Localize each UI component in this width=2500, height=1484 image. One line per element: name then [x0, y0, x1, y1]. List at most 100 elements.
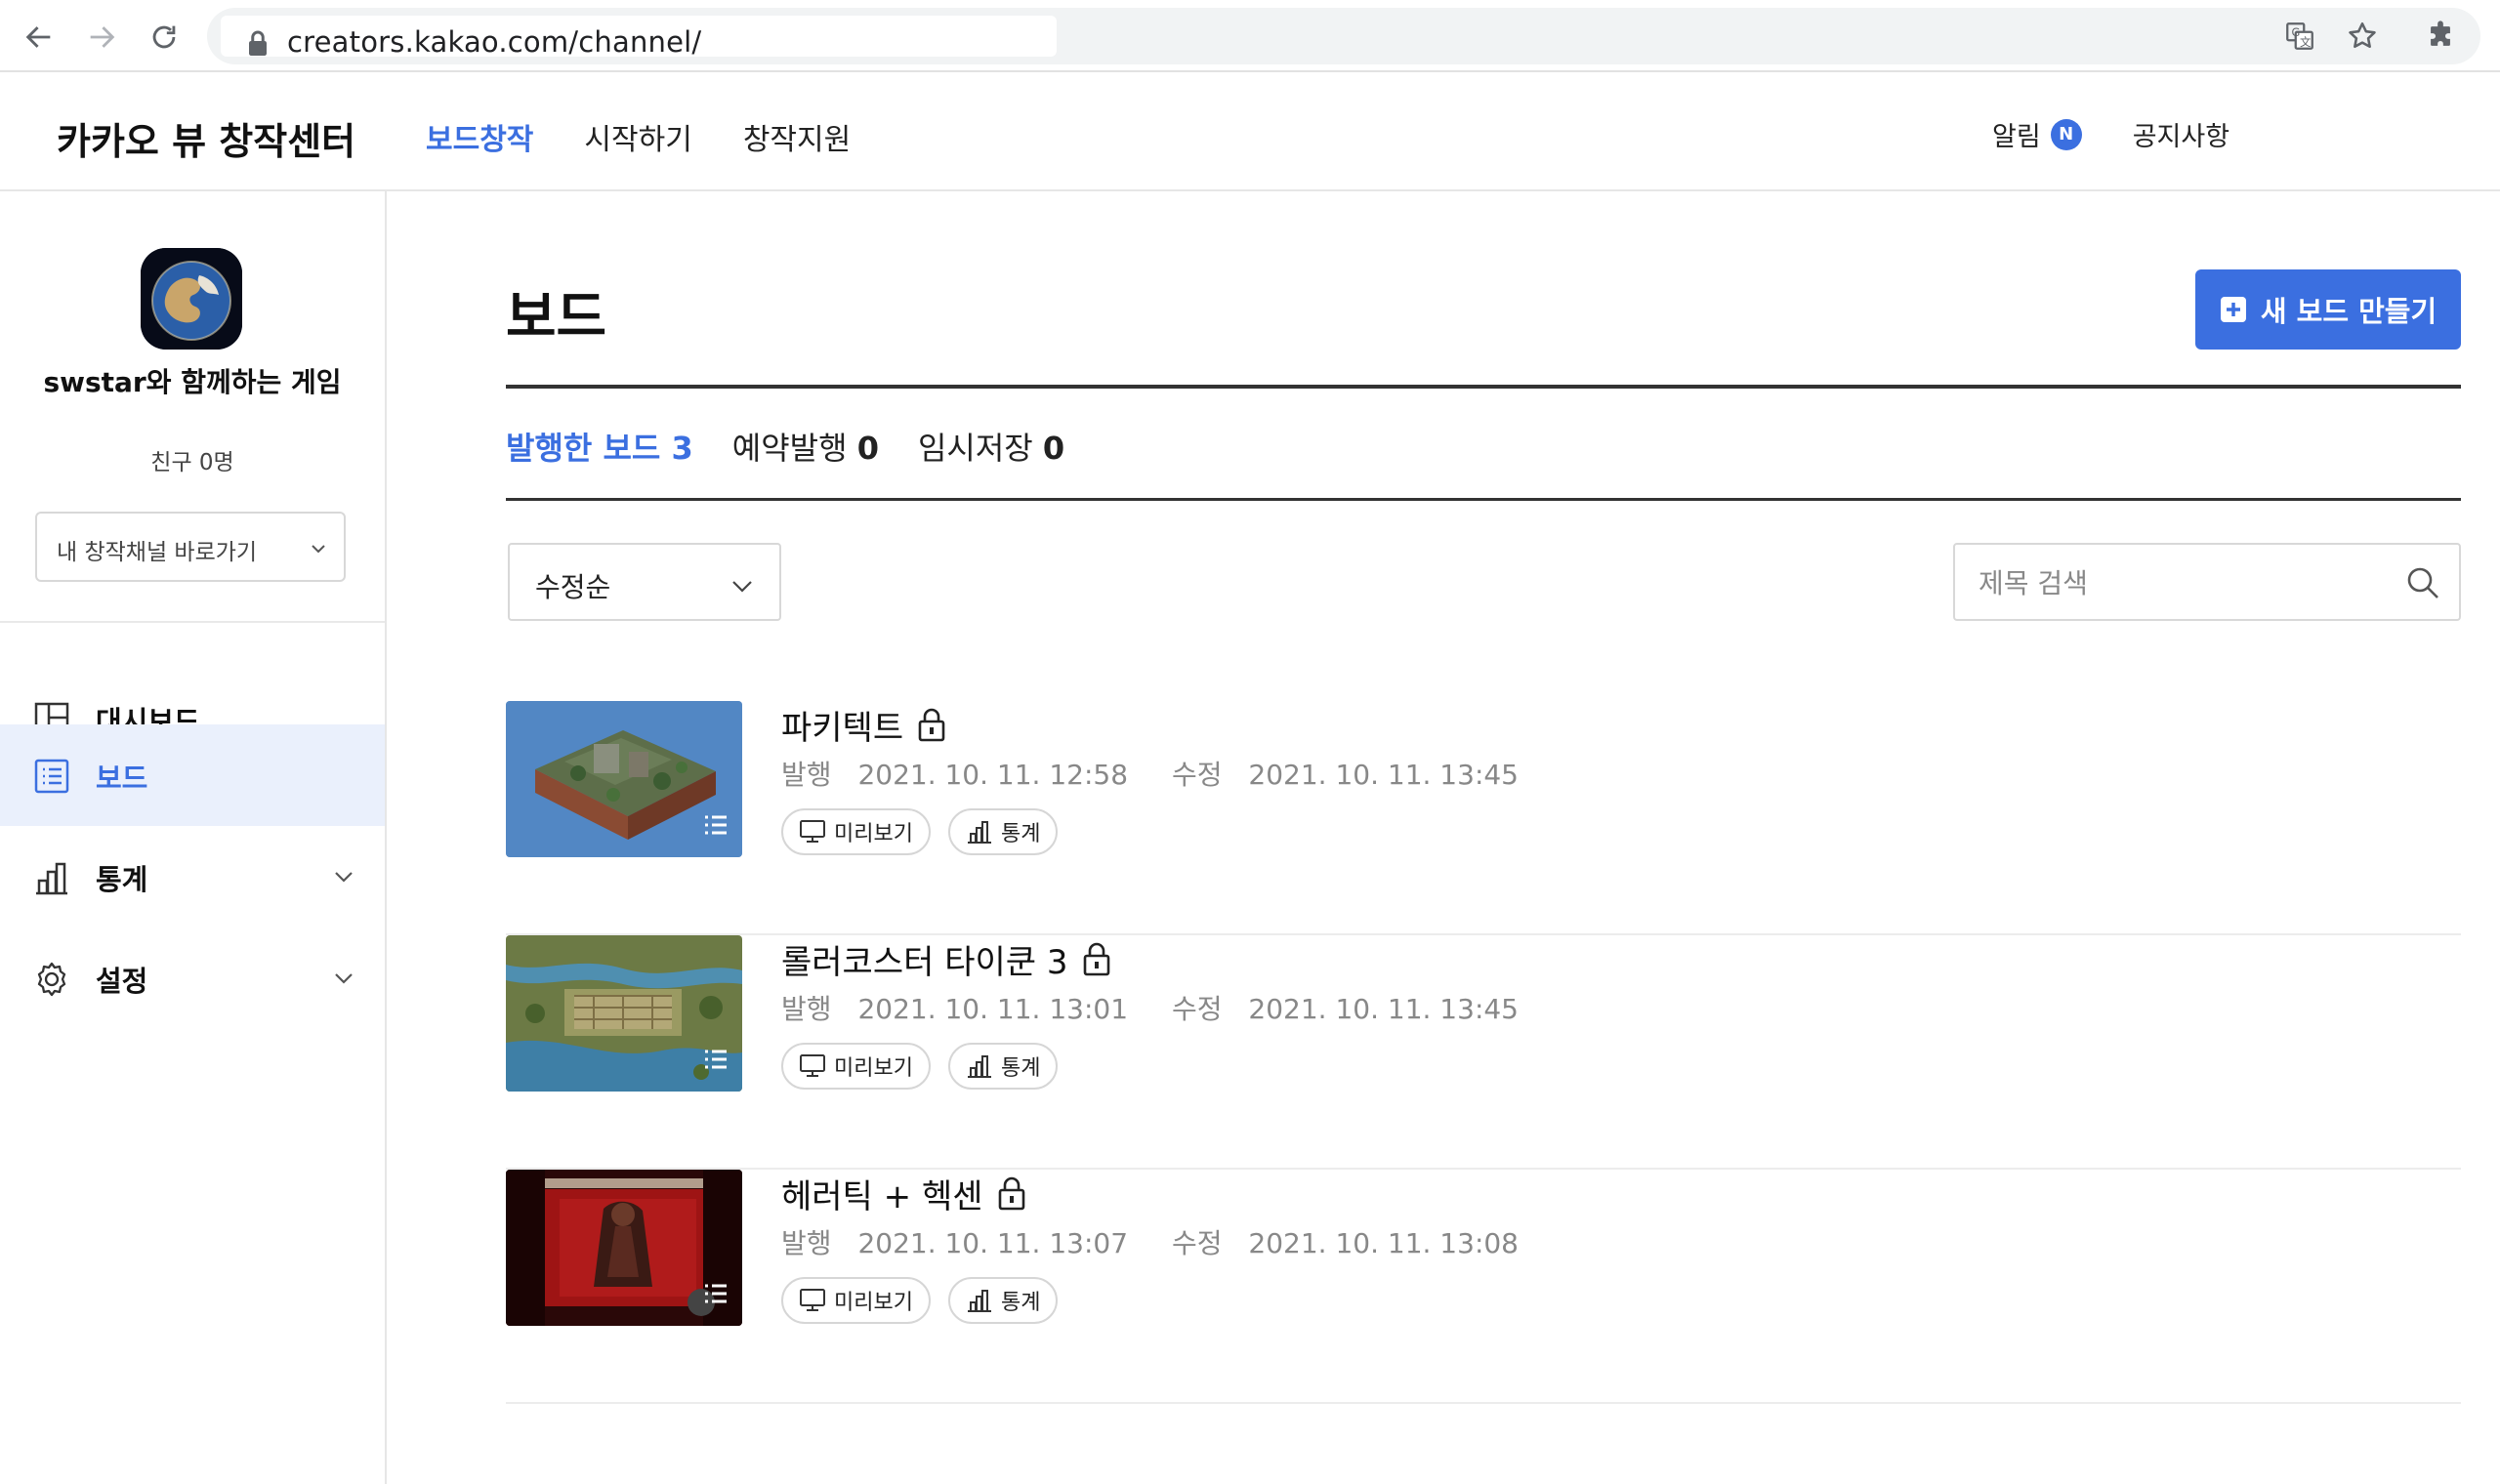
tab-drafts[interactable]: 임시저장 0	[918, 424, 1064, 469]
board-title[interactable]: 헤러틱 + 헥센	[781, 1170, 983, 1217]
extensions-icon[interactable]	[2420, 16, 2461, 57]
lock-icon	[918, 708, 945, 741]
search-icon[interactable]	[2404, 564, 2441, 601]
nav-creation-support[interactable]: 창작지원	[743, 115, 851, 158]
gear-icon	[37, 962, 66, 997]
browser-toolbar: creators.kakao.com/channel/ G文	[0, 0, 2500, 72]
header-utility: 알림 N 공지사항	[1992, 115, 2229, 153]
modified-value: 2021. 10. 11. 13:08	[1248, 1227, 1519, 1259]
channel-avatar	[141, 248, 242, 350]
plus-icon	[2220, 297, 2246, 322]
channel-select-label: 내 창작채널 바로가기	[57, 540, 258, 565]
tab-count: 3	[671, 430, 693, 467]
chart-icon	[967, 1290, 991, 1312]
lock-icon	[249, 30, 267, 56]
channel-shortcut-select[interactable]: 내 창작채널 바로가기	[35, 512, 346, 582]
tab-count: 0	[856, 430, 879, 467]
tabs-divider	[506, 498, 2461, 501]
new-board-button[interactable]: 새 보드 만들기	[2195, 269, 2461, 350]
board-title[interactable]: 롤러코스터 타이쿤 3	[781, 935, 1068, 983]
preview-button[interactable]: 미리보기	[781, 808, 931, 855]
sort-label: 수정순	[535, 571, 611, 603]
back-icon[interactable]	[20, 18, 59, 57]
notice-link[interactable]: 공지사항	[2133, 115, 2229, 153]
stats-button[interactable]: 통계	[947, 1043, 1059, 1090]
page-title: 보드	[506, 286, 607, 350]
sidebar-divider	[0, 621, 385, 623]
sidebar-item-board[interactable]: 보드	[0, 724, 385, 826]
list-overlay-icon	[705, 1050, 727, 1069]
nav-getting-started[interactable]: 시작하기	[584, 115, 691, 158]
modified-date: 수정 2021. 10. 11. 13:45	[1172, 759, 1536, 791]
address-bar[interactable]: creators.kakao.com/channel/	[207, 8, 2480, 64]
alarm-link[interactable]: 알림 N	[1992, 115, 2082, 153]
preview-label: 미리보기	[834, 1291, 913, 1315]
monitor-icon	[800, 1289, 825, 1311]
main-nav: 보드창작 시작하기 창작지원	[426, 115, 851, 158]
list-overlay-icon	[705, 1284, 727, 1303]
preview-button[interactable]: 미리보기	[781, 1277, 931, 1324]
board-thumbnail[interactable]	[506, 1170, 742, 1326]
stats-label: 통계	[1000, 822, 1041, 846]
new-board-label: 새 보드 만들기	[2260, 295, 2438, 328]
chart-icon	[36, 862, 67, 895]
board-tabs: 발행한 보드 3 예약발행 0 임시저장 0	[506, 424, 1064, 469]
forward-icon[interactable]	[82, 18, 121, 57]
sidebar: swstar와 함께하는 게임 친구 0명 내 창작채널 바로가기 대시보드 보…	[0, 191, 387, 1484]
chevron-down-icon	[335, 872, 353, 883]
tab-label: 예약발행	[731, 430, 848, 467]
published-label: 발행	[781, 993, 832, 1025]
new-badge: N	[2050, 118, 2082, 150]
stats-button[interactable]: 통계	[947, 1277, 1059, 1324]
chevron-down-icon	[312, 545, 325, 554]
svg-text:G: G	[2292, 25, 2301, 39]
stats-button[interactable]: 통계	[947, 808, 1059, 855]
board-title-row: 롤러코스터 타이쿤 3	[781, 935, 1111, 983]
chevron-down-icon	[335, 973, 353, 984]
board-actions: 미리보기 통계	[781, 1277, 1059, 1324]
monitor-icon	[800, 820, 825, 843]
board-thumbnail[interactable]	[506, 935, 742, 1092]
published-date: 발행 2021. 10. 11. 13:01	[781, 993, 1146, 1025]
friends-count: 친구 0명	[0, 443, 385, 476]
translate-icon[interactable]: G文	[2279, 16, 2320, 57]
published-value: 2021. 10. 11. 12:58	[857, 759, 1129, 791]
reload-icon[interactable]	[145, 18, 184, 57]
board-item: 헤러틱 + 헥센 발행 2021. 10. 11. 13:07 수정 2021.…	[506, 1170, 2461, 1404]
search-input[interactable]	[1979, 562, 2389, 603]
modified-value: 2021. 10. 11. 13:45	[1248, 759, 1519, 791]
board-dates: 발행 2021. 10. 11. 13:01 수정 2021. 10. 11. …	[781, 988, 1554, 1027]
board-dates: 발행 2021. 10. 11. 12:58 수정 2021. 10. 11. …	[781, 754, 1554, 793]
sort-select[interactable]: 수정순	[508, 543, 781, 621]
preview-button[interactable]: 미리보기	[781, 1043, 931, 1090]
chart-icon	[967, 821, 991, 844]
site-header: 카카오 뷰 창작센터 보드창작 시작하기 창작지원 알림 N 공지사항	[0, 72, 2500, 191]
star-icon[interactable]	[2342, 16, 2383, 57]
title-divider	[506, 385, 2461, 389]
tab-scheduled[interactable]: 예약발행 0	[732, 424, 879, 469]
sidebar-item-label: 설정	[96, 965, 148, 998]
modified-value: 2021. 10. 11. 13:45	[1248, 993, 1519, 1025]
list-overlay-icon	[705, 815, 727, 835]
tab-published[interactable]: 발행한 보드 3	[506, 424, 693, 469]
sidebar-item-stats[interactable]: 통계	[0, 826, 385, 928]
modified-label: 수정	[1171, 759, 1223, 791]
published-label: 발행	[781, 759, 832, 791]
board-actions: 미리보기 통계	[781, 808, 1059, 855]
sidebar-item-label: 보드	[96, 762, 148, 795]
published-value: 2021. 10. 11. 13:01	[857, 993, 1129, 1025]
url-field[interactable]: creators.kakao.com/channel/	[221, 16, 1057, 59]
stats-label: 통계	[1000, 1056, 1041, 1081]
published-date: 발행 2021. 10. 11. 13:07	[781, 1227, 1146, 1259]
board-title[interactable]: 파키텍트	[781, 701, 903, 749]
board-item: 롤러코스터 타이쿤 3 발행 2021. 10. 11. 13:01 수정 20…	[506, 935, 2461, 1170]
sidebar-item-settings[interactable]: 설정	[0, 928, 385, 1029]
nav-board-creation[interactable]: 보드창작	[426, 115, 533, 158]
board-item: 파키텍트 발행 2021. 10. 11. 12:58 수정 2021. 10.…	[506, 701, 2461, 935]
lock-icon	[1083, 942, 1109, 975]
site-logo[interactable]: 카카오 뷰 창작센터	[57, 111, 355, 165]
board-thumbnail[interactable]	[506, 701, 742, 857]
preview-label: 미리보기	[834, 1056, 913, 1081]
tab-label: 임시저장	[917, 430, 1033, 467]
stats-label: 통계	[1000, 1291, 1041, 1315]
